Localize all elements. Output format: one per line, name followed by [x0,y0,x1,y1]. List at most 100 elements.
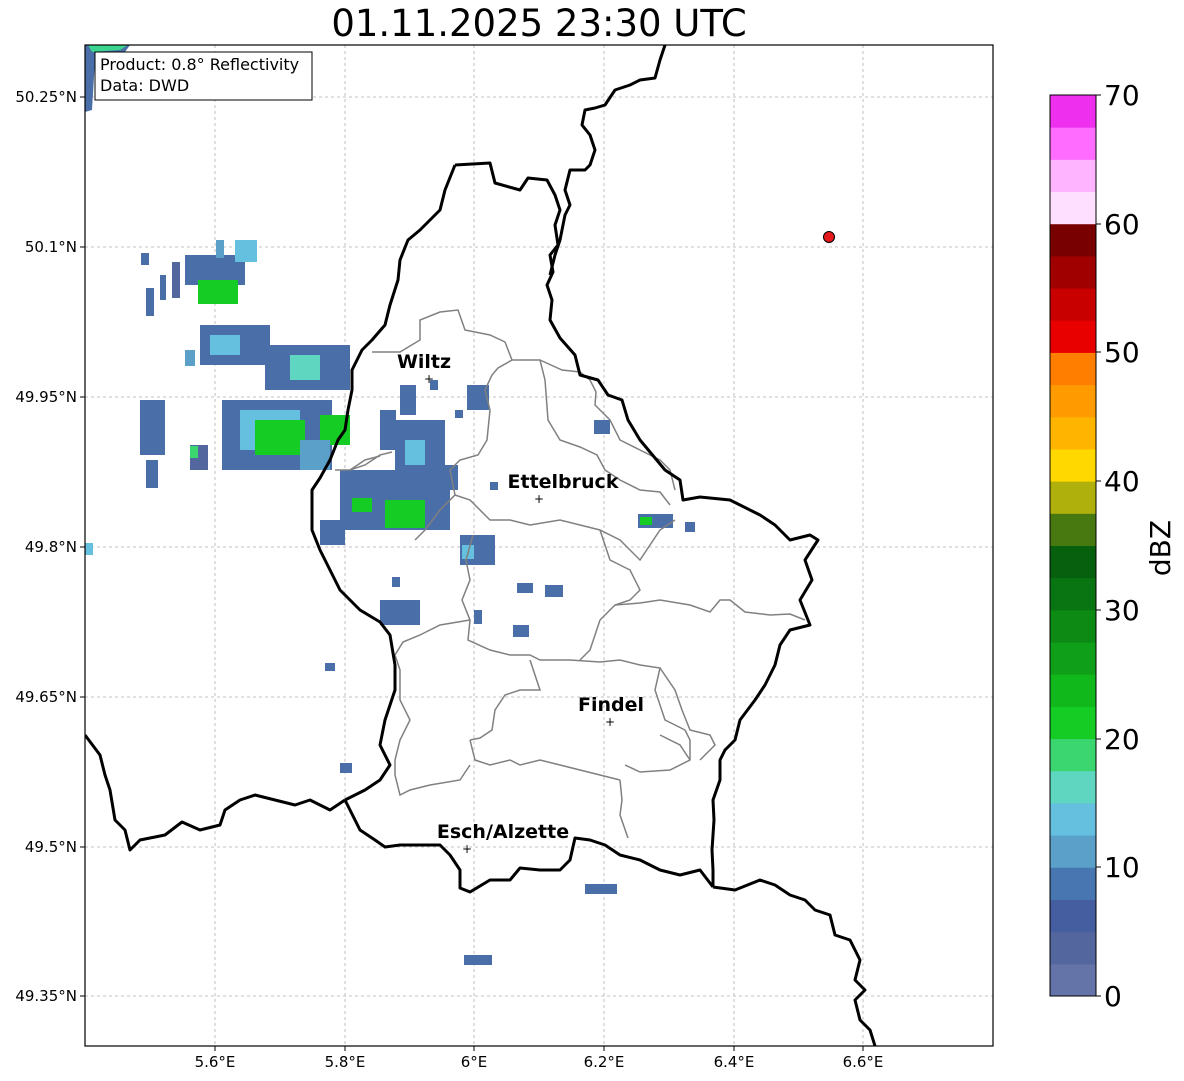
lon-tick-label: 6.4°E [714,1053,755,1071]
radar-echo [352,498,372,512]
radar-echo [320,520,345,545]
colorbar-segment [1050,577,1096,611]
lat-tick-label: 50.1°N [25,238,77,256]
colorbar-segment [1050,288,1096,321]
radar-echo [160,275,166,300]
radar-echo [146,460,158,488]
radar-echo [400,385,416,415]
radar-echo [474,610,482,624]
radar-echo [198,280,238,304]
colorbar-segment [1050,545,1096,579]
city-marker-icon: + [534,492,544,506]
lat-tick-label: 50.25°N [15,88,77,106]
radar-echo [517,583,533,593]
colorbar-segment [1050,255,1096,289]
source-text: Data: DWD [100,76,189,95]
radar-echo [385,500,425,528]
colorbar-tick-label: 60 [1104,208,1140,241]
lat-tick-label: 49.8°N [25,538,77,556]
radar-echo [141,253,149,265]
radar-echo [340,763,352,773]
lat-tick-label: 49.35°N [15,987,77,1005]
radar-echo [594,420,610,434]
colorbar-segment [1050,835,1096,868]
colorbar-tick-label: 20 [1104,723,1140,756]
colorbar-segment [1050,448,1096,482]
lat-tick-label: 49.5°N [25,838,77,856]
radar-echo [585,884,617,894]
colorbar-segment [1050,609,1096,643]
radar-echo [513,625,529,637]
radar-echo [392,577,400,587]
map-area[interactable] [85,45,993,1046]
colorbar-segment [1050,95,1096,128]
radar-echo [85,543,93,555]
radar-echo [440,465,458,490]
colorbar-segment [1050,770,1096,804]
radar-site-marker-icon[interactable] [823,231,835,243]
colorbar-segment [1050,642,1096,675]
radar-echo [140,400,165,455]
colorbar [1050,95,1096,997]
radar-echo [216,240,224,258]
colorbar-segment [1050,191,1096,225]
city-label: Findel [578,694,644,716]
radar-map: 5.6°E 5.8°E 6°E 6.2°E 6.4°E 6.6°E 50.25°… [15,44,1177,1071]
lat-tick-labels: 50.25°N 50.1°N 49.95°N 49.8°N 49.65°N 49… [15,88,77,1005]
colorbar-segment [1050,352,1096,386]
radar-echo [405,440,425,465]
colorbar-segment [1050,320,1096,353]
colorbar-tick-label: 10 [1104,851,1140,884]
city-label: Wiltz [397,351,451,373]
colorbar-tick-label: 50 [1104,336,1140,369]
info-box: Product: 0.8° Reflectivity Data: DWD [94,51,313,101]
product-text: Product: 0.8° Reflectivity [100,55,299,74]
radar-echo [464,955,492,965]
radar-echo [235,240,257,262]
colorbar-segment [1050,899,1096,933]
city-label: Esch/Alzette [437,821,569,843]
lon-tick-label: 6°E [461,1053,488,1071]
colorbar-segment [1050,416,1096,450]
colorbar-segment [1050,674,1096,707]
colorbar-segment [1050,384,1096,418]
lon-tick-label: 6.6°E [843,1053,884,1071]
lat-tick-label: 49.95°N [15,388,77,406]
colorbar-segment [1050,931,1096,965]
colorbar-segment [1050,513,1096,546]
colorbar-tick-label: 70 [1104,79,1140,112]
colorbar-tick-label: 30 [1104,594,1140,627]
colorbar-segment [1050,223,1096,257]
lat-tick-label: 49.65°N [15,688,77,706]
lon-tick-label: 5.6°E [195,1053,236,1071]
colorbar-segment [1050,706,1096,740]
radar-echo [325,663,335,671]
radar-echo [490,482,498,490]
city-label: Ettelbruck [508,471,619,493]
colorbar-segment [1050,159,1096,193]
colorbar-tick-label: 0 [1104,980,1122,1013]
lon-tick-label: 5.8°E [325,1053,366,1071]
radar-echo [290,355,320,380]
radar-echo [455,410,463,418]
colorbar-tick-label: 40 [1104,465,1140,498]
radar-echo [685,522,695,532]
lon-tick-label: 6.2°E [584,1053,625,1071]
radar-echo [255,420,305,455]
city-marker-icon: + [424,372,434,386]
radar-echo [380,600,420,625]
colorbar-segment [1050,963,1096,997]
radar-echo [545,585,563,597]
city-marker-icon: + [462,842,472,856]
radar-echo [146,288,154,316]
radar-echo [185,350,195,366]
radar-echo [380,410,396,450]
radar-echo [640,517,652,525]
colorbar-segment [1050,481,1096,514]
city-marker-icon: + [605,715,615,729]
colorbar-segment [1050,127,1096,160]
lon-tick-labels: 5.6°E 5.8°E 6°E 6.2°E 6.4°E 6.6°E [195,1053,884,1071]
colorbar-segment [1050,802,1096,836]
radar-echo [210,335,240,355]
radar-echo [190,446,198,458]
